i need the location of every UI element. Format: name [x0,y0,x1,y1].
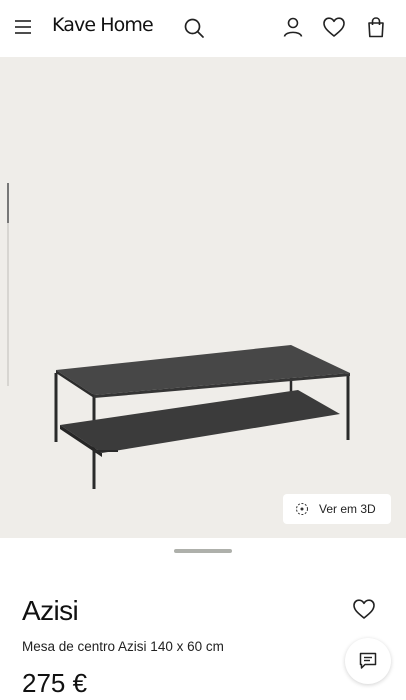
chat-button[interactable] [345,638,391,684]
gallery-scroll-thumb[interactable] [7,183,9,223]
product-price: 275 € [22,668,88,698]
heart-icon[interactable] [322,15,346,39]
view-3d-label: Ver em 3D [319,502,376,516]
product-name: Azisi [22,595,79,626]
bag-icon[interactable] [365,15,387,39]
chat-icon [359,652,377,669]
product-gallery[interactable]: Ver em 3D [0,57,406,538]
brand-logo[interactable]: Kave Home [52,14,154,36]
wishlist-heart-icon[interactable] [352,598,378,622]
view-3d-button[interactable]: Ver em 3D [283,494,391,524]
menu-icon[interactable] [12,16,34,38]
user-icon[interactable] [281,15,305,39]
cube-3d-icon [296,503,308,515]
search-icon[interactable] [182,16,206,40]
product-subtitle: Mesa de centro Azisi 140 x 60 cm [22,639,224,654]
top-header: Kave Home [0,0,406,57]
gallery-page-indicator[interactable] [174,549,232,553]
